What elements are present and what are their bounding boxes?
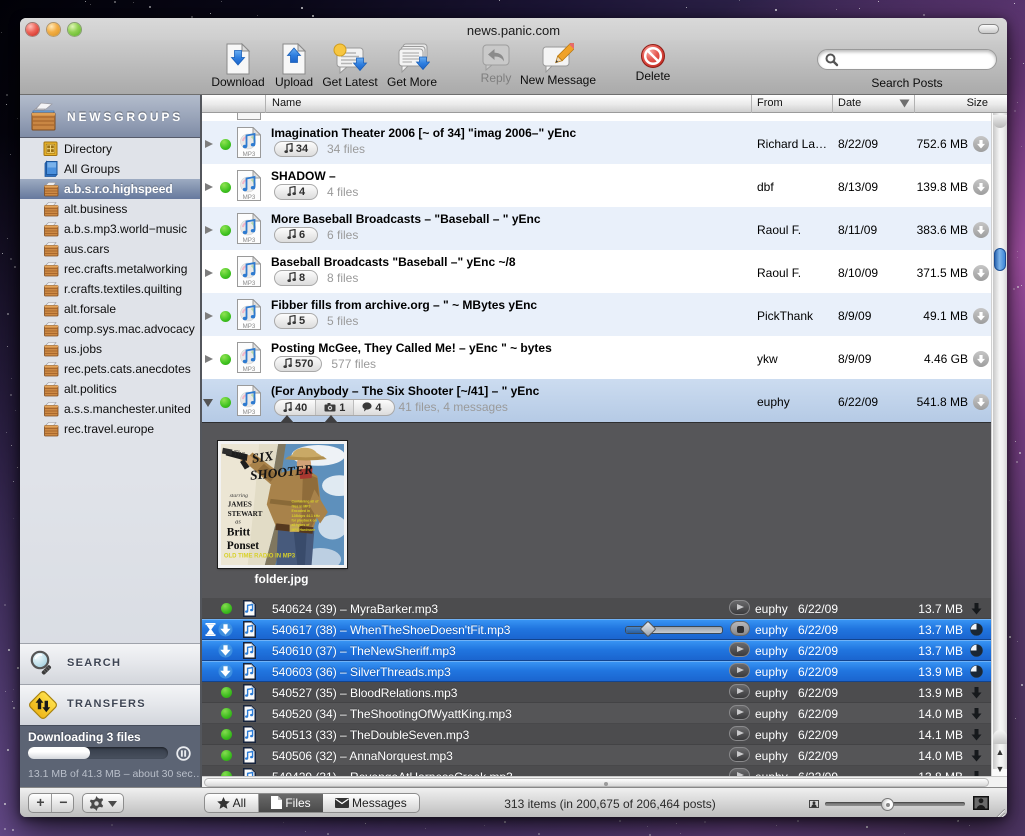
svg-text:for playback on: for playback on	[292, 519, 317, 523]
svg-text:MP3: MP3	[243, 366, 256, 373]
svg-text:128kbps 44.1 kHz: 128kbps 44.1 kHz	[292, 514, 321, 518]
svg-text:Encoded in: Encoded in	[292, 509, 310, 513]
svg-text:files in MP3: files in MP3	[292, 504, 311, 508]
svg-text:MP3: MP3	[243, 237, 256, 244]
svg-text:Containing all of: Containing all of	[292, 500, 320, 504]
svg-text:OLD TIME RADIO IN MP3: OLD TIME RADIO IN MP3	[224, 553, 296, 559]
svg-text:all types of: all types of	[292, 523, 311, 527]
svg-text:MP3: MP3	[243, 151, 256, 158]
svg-text:SIX: SIX	[251, 448, 276, 466]
svg-text:JAMES: JAMES	[228, 500, 252, 508]
svg-text:MP3: MP3	[243, 194, 256, 201]
svg-text:MP3: MP3	[243, 280, 256, 287]
svg-text:MP3: MP3	[243, 409, 256, 416]
svg-text:as: as	[235, 519, 241, 525]
svg-text:Britt: Britt	[227, 527, 251, 539]
svg-text:MP3: MP3	[243, 323, 256, 330]
svg-text:Ponset: Ponset	[227, 540, 260, 552]
svg-text:STEWART: STEWART	[228, 510, 263, 518]
svg-text:starring: starring	[230, 493, 249, 499]
svg-text:The: The	[233, 448, 245, 457]
svg-text:MP3 Hardware: MP3 Hardware	[292, 528, 316, 532]
